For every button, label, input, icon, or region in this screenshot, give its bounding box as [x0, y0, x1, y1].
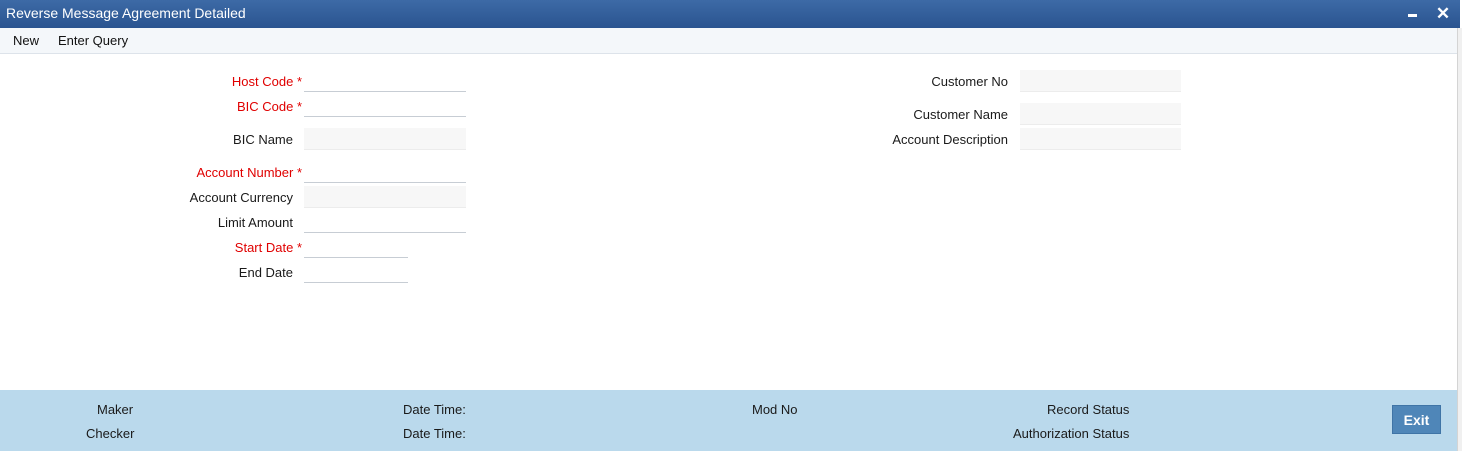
audit-footer: Maker Checker Date Time: Date Time: Mod …: [0, 390, 1457, 451]
account-currency-field: [304, 186, 466, 208]
end-date-field[interactable]: [304, 261, 408, 283]
account-currency-input: [304, 186, 466, 207]
customer-name-label: Customer Name: [913, 107, 1008, 122]
account-number-label: Account Number: [150, 165, 302, 180]
window-right-edge: [1457, 28, 1462, 451]
end-date-input[interactable]: [304, 261, 408, 282]
account-description-field: [1020, 128, 1181, 150]
customer-name-field: [1020, 103, 1181, 125]
minimize-icon[interactable]: [1402, 4, 1422, 24]
bic-name-label: BIC Name: [233, 132, 293, 147]
account-number-input[interactable]: [304, 161, 466, 182]
maker-label: Maker: [97, 402, 134, 417]
end-date-label: End Date: [238, 265, 293, 280]
close-icon[interactable]: ✕: [1433, 4, 1453, 24]
authorization-status-label: Authorization Status: [1013, 426, 1130, 441]
start-date-input[interactable]: [304, 236, 408, 257]
limit-amount-field[interactable]: [304, 211, 466, 233]
exit-button[interactable]: Exit: [1392, 405, 1441, 434]
maker-date-time-label: Date Time:: [403, 402, 466, 417]
enter-query-menu-item[interactable]: Enter Query: [58, 33, 128, 48]
customer-no-field: [1020, 70, 1181, 92]
limit-amount-label: Limit Amount: [217, 215, 293, 230]
customer-name-input: [1020, 103, 1181, 124]
host-code-field[interactable]: [304, 70, 466, 92]
account-description-input: [1020, 128, 1181, 149]
mod-no-label: Mod No: [752, 402, 798, 417]
title-bar: Reverse Message Agreement Detailed ✕: [0, 0, 1460, 28]
account-description-label: Account Description: [892, 132, 1008, 147]
account-number-field[interactable]: [304, 161, 466, 183]
customer-no-label: Customer No: [931, 74, 1008, 89]
bic-code-field[interactable]: [304, 95, 466, 117]
host-code-input[interactable]: [304, 70, 466, 91]
menu-bar: New Enter Query: [0, 28, 1457, 54]
limit-amount-input[interactable]: [304, 211, 466, 232]
checker-label: Checker: [86, 426, 135, 441]
checker-date-time-label: Date Time:: [403, 426, 466, 441]
start-date-label: Start Date: [160, 240, 302, 255]
new-menu-item[interactable]: New: [13, 33, 39, 48]
bic-code-label: BIC Code: [160, 99, 302, 114]
window-title: Reverse Message Agreement Detailed: [6, 5, 246, 21]
bic-code-input[interactable]: [304, 95, 466, 116]
record-status-label: Record Status: [1047, 402, 1130, 417]
host-code-label: Host Code: [160, 74, 302, 89]
start-date-field[interactable]: [304, 236, 408, 258]
bic-name-input: [304, 128, 466, 149]
account-currency-label: Account Currency: [189, 190, 293, 205]
bic-name-field: [304, 128, 466, 150]
customer-no-input: [1020, 70, 1181, 91]
